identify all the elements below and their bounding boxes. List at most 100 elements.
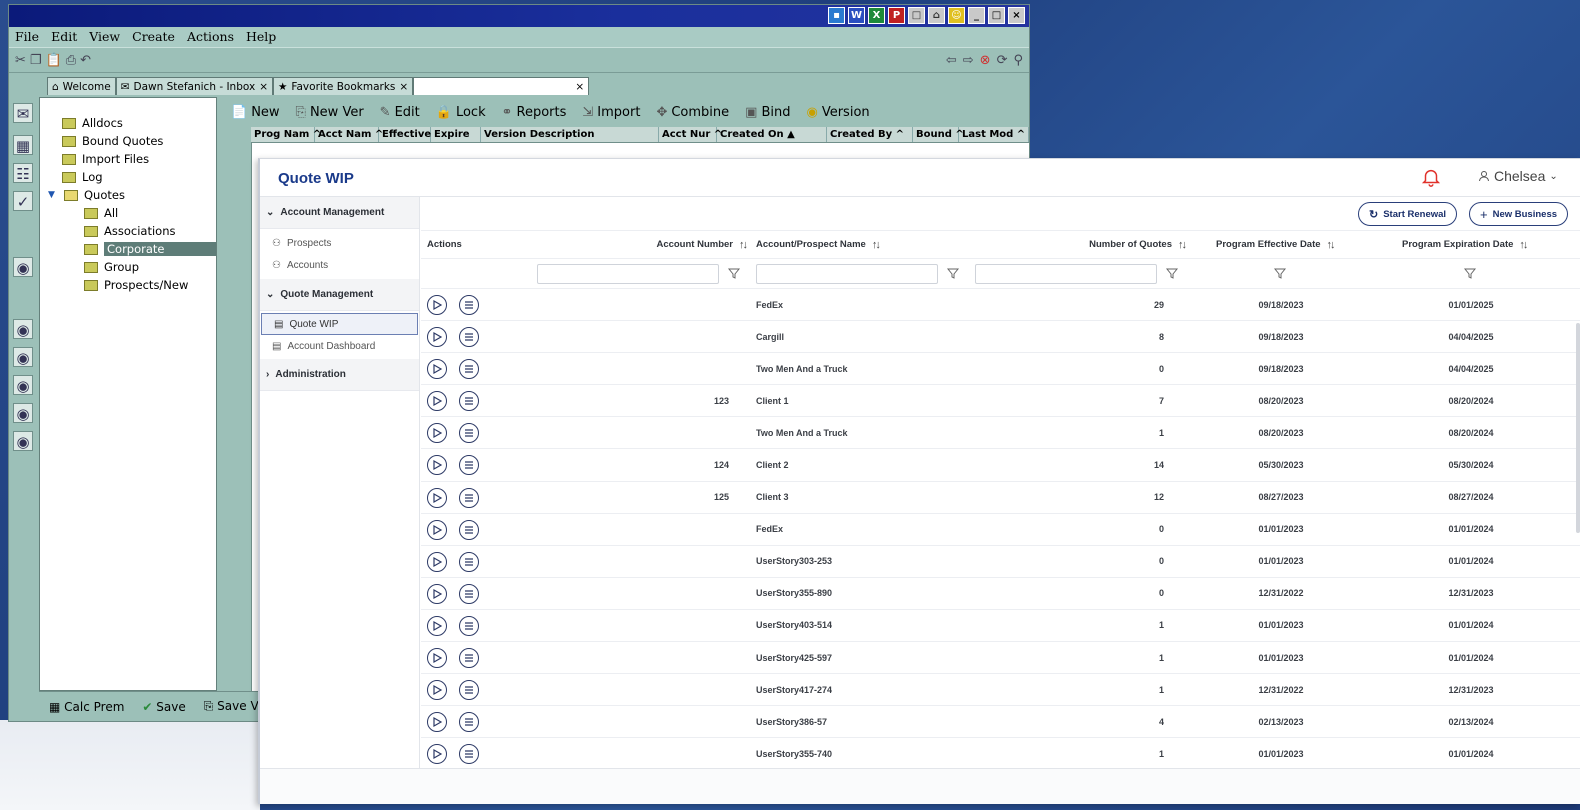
column-number-of-quotes[interactable]: Number of Quotes ↑↓: [1021, 231, 1187, 258]
table-row[interactable]: UserStory355-740 1 01/01/2023 01/01/2024: [421, 738, 1580, 771]
quote-list-button[interactable]: [459, 359, 479, 380]
sort-icon[interactable]: ↑↓: [872, 239, 881, 251]
tree-item-bound-quotes[interactable]: Bound Quotes: [40, 132, 216, 150]
open-quote-button[interactable]: [427, 487, 447, 508]
quote-list-button[interactable]: [459, 487, 479, 508]
database-icon[interactable]: ◉: [13, 375, 33, 395]
tab-current[interactable]: ×: [413, 77, 590, 95]
quote-list-button[interactable]: [459, 455, 479, 476]
database-icon[interactable]: ◉: [13, 319, 33, 339]
database-icon[interactable]: ◉: [13, 257, 33, 277]
quote-list-button[interactable]: [459, 712, 479, 733]
bind-button[interactable]: ▣ Bind: [745, 105, 790, 120]
menu-help[interactable]: Help: [246, 29, 276, 45]
save-version-button[interactable]: ⎘ Save V: [204, 699, 259, 714]
tab-inbox[interactable]: ✉ Dawn Stefanich - Inbox ×: [115, 77, 273, 95]
forward-icon[interactable]: ⇨: [963, 53, 974, 68]
open-quote-button[interactable]: [427, 680, 447, 701]
refresh-icon[interactable]: ⟳: [997, 53, 1008, 68]
open-quote-button[interactable]: [427, 712, 447, 733]
open-quote-button[interactable]: [427, 551, 447, 572]
table-row[interactable]: 123 Client 1 7 08/20/2023 08/20/2024: [421, 385, 1580, 418]
open-quote-button[interactable]: [427, 744, 447, 765]
excel-icon[interactable]: X: [868, 7, 885, 24]
column-acct-name[interactable]: Acct Nam ^: [315, 127, 383, 142]
open-quote-button[interactable]: [427, 327, 447, 348]
column-expire[interactable]: Expire: [431, 127, 481, 142]
quote-list-button[interactable]: [459, 583, 479, 604]
explorer-icon[interactable]: ⌂: [928, 7, 945, 24]
nav-group-administration[interactable]: › Administration: [260, 359, 419, 391]
quote-list-button[interactable]: [459, 744, 479, 765]
nav-group-quote-management[interactable]: ⌄ Quote Management: [260, 279, 419, 311]
open-quote-button[interactable]: [427, 519, 447, 540]
close-icon[interactable]: ×: [575, 81, 584, 93]
quote-list-button[interactable]: [459, 551, 479, 572]
quote-list-button[interactable]: [459, 615, 479, 636]
tree-item-group[interactable]: Group: [40, 258, 216, 276]
filter-icon[interactable]: [727, 266, 741, 280]
tree-item-alldocs[interactable]: Alldocs: [40, 114, 216, 132]
filter-icon[interactable]: [1273, 266, 1287, 280]
column-version-description[interactable]: Version Description: [481, 127, 659, 142]
column-created-on[interactable]: Created On ▲: [717, 127, 827, 142]
app-icon[interactable]: ▪: [828, 7, 845, 24]
mail-icon[interactable]: ✉: [13, 103, 33, 123]
table-row[interactable]: UserStory417-274 1 12/31/2022 12/31/2023: [421, 674, 1580, 707]
maximize-icon[interactable]: □: [988, 7, 1005, 24]
smiley-icon[interactable]: ☺: [948, 7, 965, 24]
tree-item-associations[interactable]: Associations: [40, 222, 216, 240]
column-expiration-date[interactable]: Program Expiration Date ↑↓: [1402, 231, 1528, 258]
column-effective[interactable]: Effective: [379, 127, 431, 142]
quote-list-button[interactable]: [459, 295, 479, 315]
open-quote-button[interactable]: [427, 423, 447, 444]
table-row[interactable]: 124 Client 2 14 05/30/2023 05/30/2024: [421, 449, 1580, 482]
calendar-icon[interactable]: ▦: [13, 135, 33, 155]
scrollbar[interactable]: [1576, 323, 1580, 533]
calc-prem-button[interactable]: ▦ Calc Prem: [49, 700, 124, 714]
table-row[interactable]: Two Men And a Truck 0 09/18/2023 04/04/2…: [421, 353, 1580, 386]
menu-view[interactable]: View: [89, 29, 120, 45]
tree-item-log[interactable]: Log: [40, 168, 216, 186]
table-row[interactable]: UserStory425-597 1 01/01/2023 01/01/2024: [421, 642, 1580, 675]
search-icon[interactable]: ⚲: [1013, 53, 1023, 68]
tree-item-corporate[interactable]: Corporate: [40, 240, 216, 258]
menu-file[interactable]: File: [15, 29, 39, 45]
quote-list-button[interactable]: [459, 648, 479, 669]
filter-icon[interactable]: [1463, 266, 1477, 280]
start-renewal-button[interactable]: ↻ Start Renewal: [1358, 202, 1458, 226]
notification-bell-icon[interactable]: [1420, 166, 1442, 188]
tree-item-all[interactable]: All: [40, 204, 216, 222]
open-quote-button[interactable]: [427, 615, 447, 636]
word-icon[interactable]: W: [848, 7, 865, 24]
database-icon[interactable]: ◉: [13, 431, 33, 451]
close-icon[interactable]: ×: [259, 81, 268, 93]
contacts-icon[interactable]: ☷: [13, 163, 33, 183]
user-menu[interactable]: Chelsea ⌄: [1478, 168, 1558, 184]
open-quote-button[interactable]: [427, 359, 447, 380]
column-created-by[interactable]: Created By ^: [827, 127, 913, 142]
column-account-name[interactable]: Account/Prospect Name ↑↓: [756, 231, 881, 258]
menu-create[interactable]: Create: [132, 29, 175, 45]
folder-icon[interactable]: □: [908, 7, 925, 24]
sidebar-item-prospects[interactable]: ⚇ Prospects: [260, 232, 419, 254]
sort-icon[interactable]: ↑↓: [1327, 239, 1336, 251]
open-quote-button[interactable]: [427, 295, 447, 315]
nav-group-account-management[interactable]: ⌄ Account Management: [260, 197, 419, 229]
number-of-quotes-filter-input[interactable]: [975, 264, 1157, 284]
open-quote-button[interactable]: [427, 455, 447, 476]
sort-icon[interactable]: ↑↓: [1178, 239, 1187, 251]
print-icon[interactable]: ⎙: [66, 53, 76, 68]
filter-icon[interactable]: [1165, 266, 1179, 280]
paste-icon[interactable]: 📋: [46, 53, 62, 68]
pdf-icon[interactable]: P: [888, 7, 905, 24]
stop-icon[interactable]: ⊗: [980, 53, 991, 68]
close-icon[interactable]: ×: [399, 81, 408, 93]
open-quote-button[interactable]: [427, 391, 447, 412]
table-row[interactable]: FedEx 29 09/18/2023 01/01/2025: [421, 289, 1580, 322]
column-effective-date[interactable]: Program Effective Date ↑↓: [1216, 231, 1336, 258]
quote-list-button[interactable]: [459, 519, 479, 540]
open-quote-button[interactable]: [427, 648, 447, 669]
close-icon[interactable]: ×: [1008, 7, 1025, 24]
quote-list-button[interactable]: [459, 327, 479, 348]
